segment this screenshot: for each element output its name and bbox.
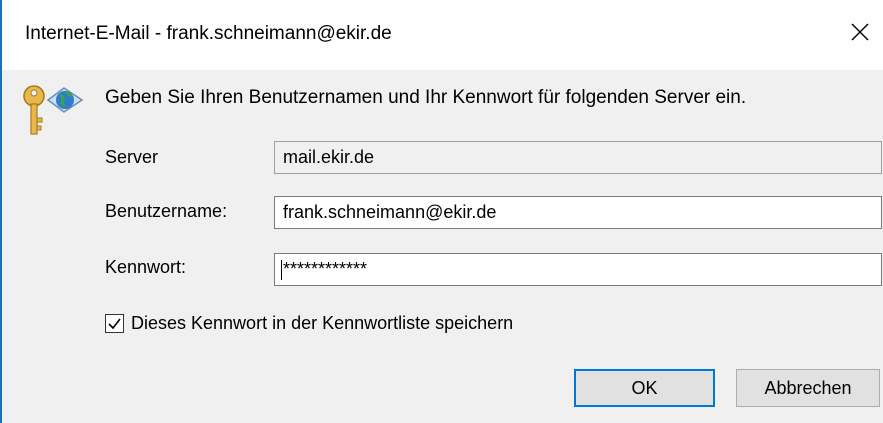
password-input[interactable]: ************ bbox=[274, 253, 882, 286]
checkmark-icon bbox=[108, 318, 121, 329]
password-label: Kennwort: bbox=[105, 257, 187, 277]
window-title: Internet-E-Mail - frank.schneimann@ekir.… bbox=[25, 23, 392, 44]
prompt-message: Geben Sie Ihren Benutzernamen und Ihr Ke… bbox=[105, 87, 747, 108]
server-label: Server bbox=[105, 147, 159, 167]
text-caret bbox=[281, 260, 282, 281]
username-label: Benutzername: bbox=[105, 201, 228, 221]
key-globe-icon bbox=[23, 85, 84, 135]
close-button[interactable] bbox=[837, 10, 883, 54]
password-mask: ************ bbox=[283, 259, 368, 279]
username-input[interactable]: frank.schneimann@ekir.de bbox=[274, 196, 882, 229]
remember-password-checkbox[interactable] bbox=[105, 313, 124, 333]
title-bar: Internet-E-Mail - frank.schneimann@ekir.… bbox=[2, 0, 883, 70]
credentials-dialog: Internet-E-Mail - frank.schneimann@ekir.… bbox=[0, 0, 883, 423]
close-icon bbox=[851, 23, 869, 41]
remember-password-row[interactable]: Dieses Kennwort in der Kennwortliste spe… bbox=[105, 311, 513, 335]
server-field: mail.ekir.de bbox=[274, 141, 882, 174]
cancel-button[interactable]: Abbrechen bbox=[736, 369, 880, 407]
remember-password-label: Dieses Kennwort in der Kennwortliste spe… bbox=[131, 313, 514, 333]
ok-button[interactable]: OK bbox=[574, 369, 715, 407]
